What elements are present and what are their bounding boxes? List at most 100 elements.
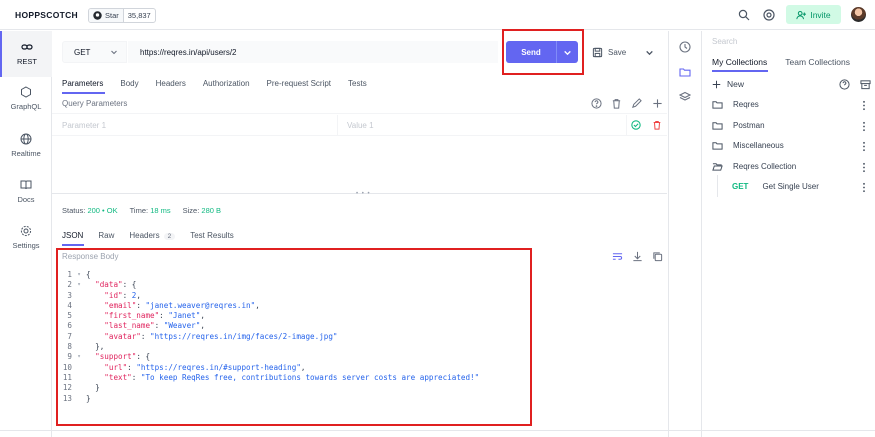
history-icon[interactable] bbox=[679, 41, 691, 53]
tab-team-collections[interactable]: Team Collections bbox=[785, 57, 850, 67]
active-response-tab-indicator bbox=[62, 244, 84, 246]
fold-toggle-icon[interactable]: ▾ bbox=[72, 352, 86, 362]
folder-icon[interactable] bbox=[679, 66, 691, 78]
nav-rest[interactable]: REST bbox=[0, 31, 52, 77]
tab-tests[interactable]: Tests bbox=[348, 79, 367, 88]
time-meta: Time: 18 ms bbox=[130, 206, 171, 215]
support-icon[interactable] bbox=[763, 9, 775, 21]
avatar[interactable] bbox=[851, 7, 866, 22]
active-collections-tab-indicator bbox=[712, 70, 768, 72]
graphql-icon bbox=[21, 86, 31, 98]
url-input[interactable]: https://reqres.in/api/users/2 bbox=[128, 41, 498, 63]
nav-realtime[interactable]: Realtime bbox=[0, 133, 52, 158]
code-text: "last_name": "Weaver", bbox=[104, 321, 205, 331]
tab-my-collections[interactable]: My Collections bbox=[712, 57, 767, 67]
json-key: "text" bbox=[104, 372, 132, 382]
tree-guide bbox=[717, 175, 718, 197]
json-value: "Weaver" bbox=[163, 321, 201, 331]
bulk-edit-icon[interactable] bbox=[631, 98, 642, 109]
tab-response-headers[interactable]: Headers 2 bbox=[129, 231, 176, 240]
code-line: 9 ▾ "support": { bbox=[58, 352, 479, 362]
tab-parameters[interactable]: Parameters bbox=[62, 79, 103, 88]
tab-authorization[interactable]: Authorization bbox=[203, 79, 250, 88]
save-icon bbox=[592, 47, 603, 57]
send-label: Send bbox=[521, 47, 541, 57]
add-icon[interactable] bbox=[652, 98, 663, 109]
size-meta: Size: 280 B bbox=[183, 206, 221, 215]
tab-json[interactable]: JSON bbox=[62, 231, 83, 240]
tab-pre-request-script[interactable]: Pre-request Script bbox=[267, 79, 331, 88]
json-key: "last_name" bbox=[104, 321, 155, 331]
fold-toggle-icon[interactable]: ▾ bbox=[72, 280, 86, 290]
tab-headers[interactable]: Headers bbox=[156, 79, 186, 88]
collection-item[interactable]: Reqres bbox=[712, 99, 759, 110]
response-body-title: Response Body bbox=[62, 252, 119, 261]
search-icon[interactable] bbox=[738, 9, 750, 21]
param-value-input[interactable]: Value 1 bbox=[347, 121, 374, 130]
wrap-lines-icon[interactable] bbox=[612, 251, 623, 262]
nav-docs[interactable]: Docs bbox=[0, 179, 52, 204]
param-key-input[interactable]: Parameter 1 bbox=[62, 121, 106, 130]
code-text: "url": "https://reqres.in/#support-headi… bbox=[104, 362, 306, 372]
nav-rest-label: REST bbox=[16, 57, 37, 66]
send-separator bbox=[556, 41, 557, 63]
collections-search-input[interactable]: Search bbox=[712, 37, 737, 46]
send-button[interactable]: Send bbox=[506, 41, 578, 63]
github-star-button[interactable]: Star 35,837 bbox=[88, 8, 156, 23]
status-label: Status: bbox=[62, 206, 86, 215]
help-icon[interactable] bbox=[591, 98, 602, 109]
json-key: "email" bbox=[104, 300, 137, 310]
request-name: Get Single User bbox=[762, 182, 819, 191]
layers-icon[interactable] bbox=[679, 91, 691, 103]
download-icon[interactable] bbox=[632, 251, 643, 262]
save-button[interactable]: Save bbox=[592, 41, 658, 63]
collection-item[interactable]: Postman bbox=[712, 120, 765, 131]
json-key: "support" bbox=[95, 352, 137, 362]
more-options-icon[interactable] bbox=[862, 182, 866, 193]
fold-toggle-icon[interactable]: ▾ bbox=[72, 270, 86, 280]
collection-item[interactable]: Miscellaneous bbox=[712, 140, 784, 151]
nav-settings[interactable]: Settings bbox=[0, 225, 52, 250]
check-circle-icon[interactable] bbox=[631, 120, 641, 130]
nav-docs-label: Docs bbox=[17, 195, 35, 204]
more-options-icon[interactable] bbox=[862, 141, 866, 152]
request-item[interactable]: GET Get Single User bbox=[732, 182, 819, 191]
invite-button[interactable]: Invite bbox=[786, 5, 841, 24]
archive-icon[interactable] bbox=[860, 79, 871, 90]
code-text: { bbox=[86, 270, 91, 279]
new-label: New bbox=[727, 79, 745, 89]
tab-raw[interactable]: Raw bbox=[98, 231, 114, 240]
trash-icon[interactable] bbox=[611, 98, 622, 109]
tab-test-results[interactable]: Test Results bbox=[190, 231, 234, 240]
chevron-down-icon[interactable] bbox=[563, 48, 572, 57]
more-options-icon[interactable] bbox=[862, 121, 866, 132]
line-number: 7 bbox=[67, 331, 72, 341]
tab-body[interactable]: Body bbox=[120, 79, 138, 88]
more-options-icon[interactable] bbox=[862, 100, 866, 111]
help-icon[interactable] bbox=[839, 79, 850, 90]
code-line: 7 "avatar": "https://reqres.in/img/faces… bbox=[58, 332, 479, 342]
new-collection-button[interactable]: New bbox=[712, 79, 744, 89]
code-text: }, bbox=[86, 342, 105, 352]
code-text: "email": "janet.weaver@reqres.in", bbox=[104, 300, 260, 310]
app-brand[interactable]: HOPPSCOTCH bbox=[15, 10, 78, 20]
chevron-down-icon[interactable] bbox=[645, 48, 654, 57]
json-value: 2 bbox=[131, 290, 137, 300]
delete-icon[interactable] bbox=[652, 120, 662, 130]
method-select[interactable]: GET bbox=[62, 41, 127, 63]
json-key: "id" bbox=[104, 290, 123, 300]
time-value: 18 ms bbox=[150, 206, 171, 215]
code-line: 12 } bbox=[58, 383, 479, 393]
response-json-code[interactable]: 1 ▾{ 2 ▾ "data": { 3 "id": 2, 4 "email": "… bbox=[58, 270, 479, 404]
collection-item[interactable]: Reqres Collection bbox=[712, 161, 796, 172]
line-number: 2 bbox=[67, 280, 72, 290]
resize-handle[interactable]: • • • bbox=[356, 191, 371, 197]
more-options-icon[interactable] bbox=[862, 162, 866, 173]
nav-graphql[interactable]: GraphQL bbox=[0, 86, 52, 111]
copy-icon[interactable] bbox=[652, 251, 663, 262]
json-value: "janet.weaver@reqres.in" bbox=[145, 300, 256, 310]
param-divider bbox=[626, 115, 627, 136]
